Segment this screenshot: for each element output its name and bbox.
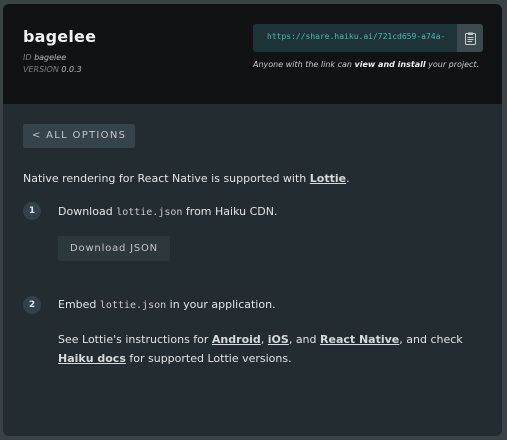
copy-link-button[interactable] (457, 24, 483, 52)
share-note: Anyone with the link can view and instal… (253, 59, 483, 70)
share-note-suffix: your project. (425, 60, 480, 69)
step-1-prefix: Download (58, 205, 117, 218)
project-version: VERSION 0.0.3 (23, 65, 82, 74)
instructions-text-4: , and check (399, 333, 463, 346)
share-modal: bagelee ID bagelee VERSION 0.0.3 https:/… (3, 4, 502, 436)
modal-header: bagelee ID bagelee VERSION 0.0.3 https:/… (3, 4, 502, 104)
react-native-link[interactable]: React Native (320, 333, 399, 346)
ios-link[interactable]: iOS (268, 333, 289, 346)
step-2-text: Embed lottie.json in your application. (58, 298, 276, 311)
project-name: bagelee (23, 27, 97, 46)
intro-text: Native rendering for React Native is sup… (23, 172, 350, 185)
project-id: ID bagelee (23, 53, 66, 62)
project-id-value: bagelee (34, 53, 67, 62)
instructions-text-1: See Lottie's instructions for (58, 333, 212, 346)
step-2-suffix: in your application. (166, 298, 276, 311)
step-2-badge: 2 (23, 296, 41, 314)
step-1-text: Download lottie.json from Haiku CDN. (58, 205, 277, 218)
share-note-prefix: Anyone with the link can (253, 60, 355, 69)
lottie-instructions: See Lottie's instructions for Android, i… (58, 330, 478, 368)
project-version-value: 0.0.3 (61, 65, 82, 74)
step-1-suffix: from Haiku CDN. (182, 205, 278, 218)
share-link-box[interactable]: https://share.haiku.ai/721cd659-a74a- (253, 24, 483, 52)
project-version-label: VERSION (23, 65, 59, 74)
step-2-prefix: Embed (58, 298, 100, 311)
share-note-bold: view and install (354, 60, 426, 69)
clipboard-icon (464, 32, 476, 45)
step-1-badge: 1 (23, 202, 41, 220)
instructions-text-5: for supported Lottie versions. (125, 352, 292, 365)
intro-prefix: Native rendering for React Native is sup… (23, 172, 310, 185)
step-1-code: lottie.json (116, 207, 183, 218)
instructions-text-2: , (260, 333, 268, 346)
project-id-label: ID (23, 53, 32, 62)
share-link-url[interactable]: https://share.haiku.ai/721cd659-a74a- (267, 32, 453, 41)
lottie-link[interactable]: Lottie (310, 172, 346, 185)
instructions-text-3: , and (288, 333, 321, 346)
android-link[interactable]: Android (212, 333, 261, 346)
step-2-code: lottie.json (99, 300, 167, 311)
download-json-button[interactable]: Download JSON (58, 236, 170, 261)
all-options-button[interactable]: < ALL OPTIONS (23, 124, 136, 148)
haiku-docs-link[interactable]: Haiku docs (58, 352, 126, 365)
intro-suffix: . (346, 172, 350, 185)
